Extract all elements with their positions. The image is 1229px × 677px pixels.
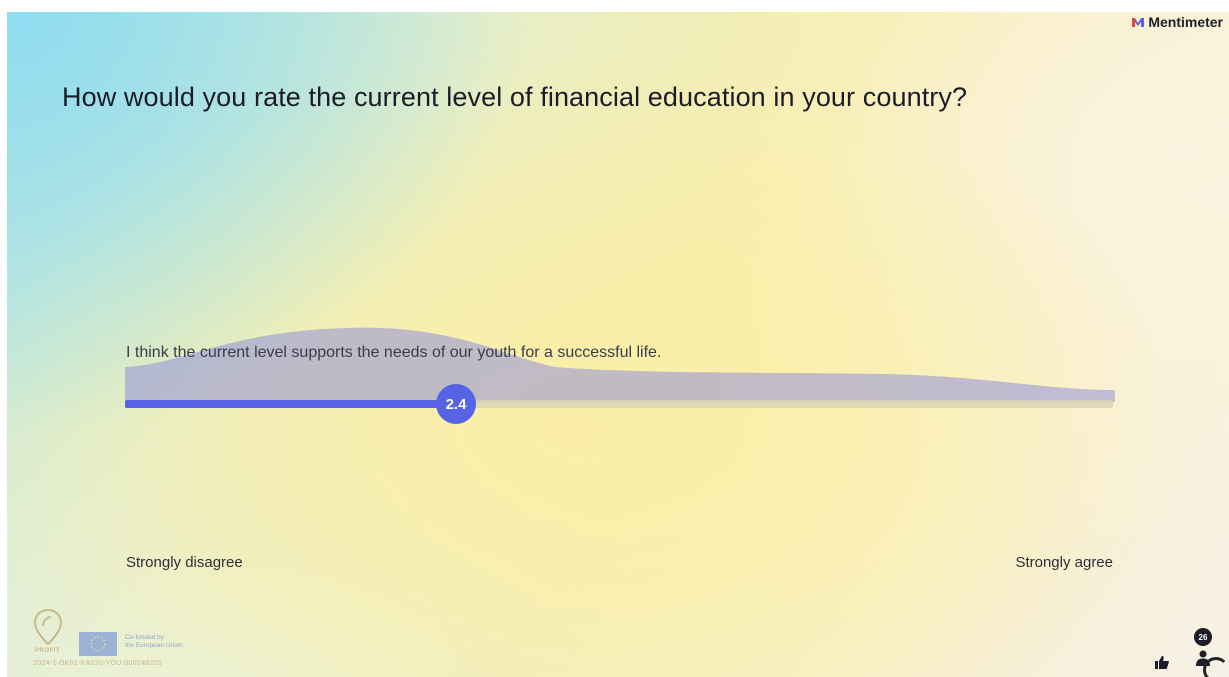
like-reaction-button[interactable] [1152, 652, 1172, 672]
mentimeter-brand: Mentimeter [1132, 14, 1223, 30]
corner-overlay-icon [1203, 657, 1229, 677]
mentimeter-logo-icon [1132, 17, 1145, 27]
grant-code: 2024-1-DK01-KA220-YOU-000248201 [33, 660, 163, 667]
project-name: PROFIT [35, 648, 60, 654]
thumbs-up-icon [1155, 655, 1169, 669]
cofunded-line2: the European Union [125, 642, 183, 649]
scale-track-fill [125, 400, 456, 408]
cofunded-line1: Co-funded by [125, 634, 165, 641]
presentation-slide: Mentimeter How would you rate the curren… [7, 12, 1229, 677]
scale-min-label: Strongly disagree [126, 554, 243, 571]
rating-scale: I think the current level supports the n… [125, 312, 1115, 432]
scale-statement: I think the current level supports the n… [126, 344, 662, 361]
eu-cofunded-text: Co-funded by the European Union [125, 634, 183, 650]
question-title: How would you rate the current level of … [62, 82, 968, 112]
average-value-badge: 2.4 [436, 384, 476, 424]
footer-logos: PROFIT Co-funded by the European Union 2… [33, 608, 263, 672]
participant-count-badge: 26 [1194, 628, 1212, 646]
eu-flag-icon [79, 632, 117, 656]
scale-max-label: Strongly agree [1015, 554, 1113, 571]
brand-name: Mentimeter [1148, 14, 1223, 30]
